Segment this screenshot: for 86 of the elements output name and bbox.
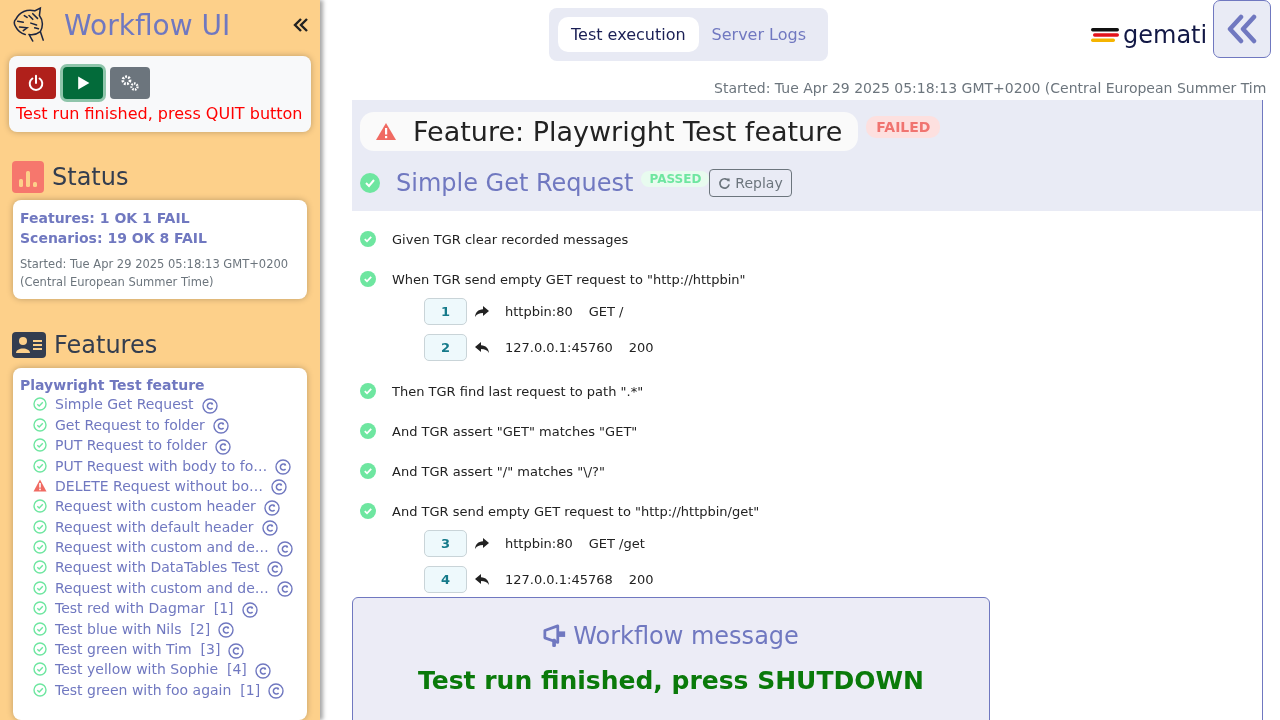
scenario-link[interactable]: PUT Request with body to fo… (55, 457, 268, 474)
status-badge: PASSED (641, 171, 710, 187)
message-number-button[interactable]: 2 (424, 334, 467, 361)
replay-icon (718, 176, 732, 190)
replay-icon[interactable] (275, 459, 292, 475)
workflow-message: Test run finished, press SHUTDOWN (418, 666, 924, 695)
replay-icon[interactable] (241, 601, 258, 618)
reply-arrow-icon (475, 341, 489, 354)
scenario-link[interactable]: Test green with foo again [1] (55, 681, 261, 698)
feature-link[interactable]: Playwright Test feature (20, 376, 299, 395)
tab[interactable]: Server Logs (698, 17, 820, 52)
message-info: 200 (628, 340, 654, 355)
message-number-button[interactable]: 1 (424, 298, 467, 325)
status-summary: Scenarios: 19 OK 8 FAIL (20, 229, 208, 249)
bar-chart-icon (12, 161, 44, 194)
replay-icon[interactable] (271, 479, 287, 496)
scenario-link[interactable]: Test green with Tim [3] (55, 641, 221, 657)
scenario-link[interactable]: Request with custom and de… (55, 579, 269, 596)
step-text: And TGR assert "GET" matches "GET" (392, 423, 638, 439)
message-host: 127.0.0.1:45760 (505, 340, 613, 355)
megaphone-icon (543, 624, 568, 648)
share-arrow-icon (475, 305, 489, 318)
reply-arrow-icon (475, 573, 489, 586)
section-title: Status (52, 163, 129, 192)
collapse-button[interactable] (1213, 0, 1271, 58)
message-info: GET /get (588, 536, 645, 551)
replay-icon[interactable] (201, 397, 218, 414)
replay-icon[interactable] (261, 520, 278, 537)
chevrons-left-icon (1225, 14, 1259, 44)
replay-icon[interactable] (218, 622, 235, 639)
settings-button[interactable] (110, 67, 150, 100)
message-info: 200 (628, 572, 654, 587)
scenario-link[interactable]: Test yellow with Sophie [4] (55, 661, 247, 678)
replay-icon[interactable] (228, 642, 245, 659)
replay-icon[interactable] (276, 540, 293, 557)
section-title: Features (54, 331, 158, 360)
run-status-message: Test run finished, press QUIT button (16, 104, 303, 124)
feature-title: Feature: Playwright Test feature (360, 112, 859, 151)
replay-button[interactable]: Replay (709, 169, 792, 197)
step-text: When TGR send empty GET request to "http://httpbin" (392, 271, 746, 287)
tiger-head-icon (12, 6, 46, 45)
panel-title: Workflow message (573, 622, 799, 650)
message-number-button[interactable]: 3 (424, 530, 467, 557)
replay-icon[interactable] (215, 438, 232, 455)
status-summary: Features: 1 OK 1 FAIL (20, 209, 191, 229)
scenario-link[interactable]: Request with DataTables Test (55, 559, 260, 576)
tab[interactable]: Test execution (558, 17, 699, 52)
scenario-link[interactable]: Get Request to folder (55, 416, 205, 433)
step-text: Given TGR clear recorded messages (392, 231, 629, 247)
started-time: Started: Tue Apr 29 2025 05:18:13 GMT+0200 (Central European Summer Time) (20, 256, 290, 292)
started-time: Started: Tue Apr 29 2025 05:18:13 GMT+0200 (Central European Summer Tim (714, 79, 1268, 98)
scenario-link[interactable]: DELETE Request without bo… (55, 477, 263, 494)
message-host: httpbin:80 (505, 536, 573, 551)
replay-icon[interactable] (268, 683, 285, 700)
step-text: And TGR assert "/" matches "\/?" (392, 463, 605, 479)
replay-icon[interactable] (267, 560, 284, 577)
app-title: Workflow UI (64, 8, 232, 42)
message-host: 127.0.0.1:45768 (505, 572, 613, 587)
quit-button[interactable] (16, 67, 56, 100)
replay-icon[interactable] (263, 499, 280, 516)
scenario-link[interactable]: PUT Request to folder (55, 437, 208, 454)
play-icon (75, 75, 91, 92)
message-number-button[interactable]: 4 (424, 566, 467, 593)
flag-stripes-icon (1091, 28, 1120, 42)
scenario-link[interactable]: Request with custom header (55, 498, 256, 515)
message-host: httpbin:80 (505, 304, 573, 319)
replay-icon[interactable] (276, 581, 293, 598)
message-info: GET / (588, 304, 624, 319)
power-icon (27, 74, 45, 93)
share-arrow-icon (475, 537, 489, 550)
play-button[interactable] (63, 67, 103, 100)
step-text: Then TGR find last request to path ".*" (392, 383, 644, 399)
replay-icon[interactable] (212, 418, 229, 435)
scenario-link[interactable]: Request with default header (55, 518, 254, 535)
scenario-link[interactable]: Test blue with Nils [2] (55, 620, 211, 637)
scenario-link[interactable]: Simple Get Request (55, 396, 194, 413)
status-badge: FAILED (866, 116, 941, 138)
scenario-title: Simple Get Request (396, 169, 634, 197)
scenario-link[interactable]: Request with custom and de… (55, 539, 269, 556)
id-card-icon (12, 332, 46, 359)
replay-icon[interactable] (254, 662, 271, 679)
collapse-icon[interactable] (293, 18, 309, 33)
logo-text: gemati (1123, 21, 1208, 49)
scenario-link[interactable]: Test red with Dagmar [1] (55, 600, 234, 617)
settings-icon (119, 74, 141, 93)
step-text: And TGR send empty GET request to "http://httpbin/get" (392, 503, 760, 519)
